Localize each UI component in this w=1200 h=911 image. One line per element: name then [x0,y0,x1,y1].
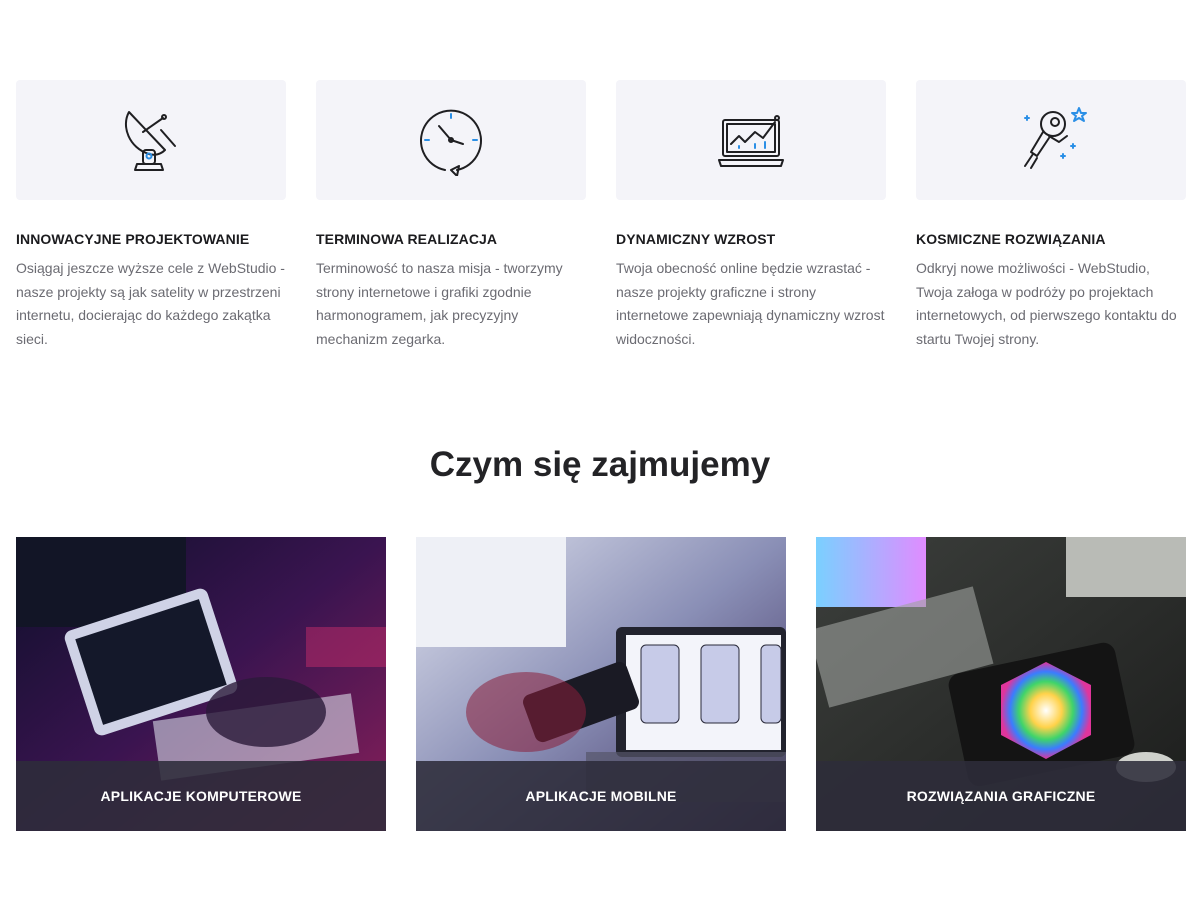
service-label-bar: APLIKACJE KOMPUTEROWE [16,761,386,831]
service-card-mobile-apps[interactable]: APLIKACJE MOBILNE [416,537,786,831]
services-grid: APLIKACJE KOMPUTEROWE APLIKACJE MOBILNE … [16,537,1186,831]
section-title: Czym się zajmujemy [429,445,771,484]
satellite-dish-icon [124,111,176,171]
feature-card-cosmic: KOSMICZNE ROZWIĄZANIA Odkryj nowe możliw… [916,80,1186,351]
service-card-graphic-solutions[interactable]: ROZWIĄZANIA GRAFICZNE [816,537,1186,831]
service-label: APLIKACJE KOMPUTEROWE [100,788,302,804]
feature-text: Twoja obecność online będzie wzrastać - … [616,260,885,347]
feature-text: Odkryj nowe możliwości - WebStudio, Twoj… [916,260,1177,347]
features-grid: INNOWACYJNE PROJEKTOWANIE Osiągaj jeszcz… [16,80,1186,351]
feature-icon-box [916,80,1186,200]
clock-icon [420,109,482,176]
feature-card-timely: TERMINOWA REALIZACJA Terminowość to nasz… [316,80,586,351]
feature-icon-box [16,80,286,200]
feature-text: Osiągaj jeszcze wyższe cele z WebStudio … [16,260,285,347]
feature-icon-box [316,80,586,200]
service-label: APLIKACJE MOBILNE [525,788,677,804]
laptop-chart-icon [718,115,784,167]
feature-title: DYNAMICZNY WZROST [616,231,776,247]
service-label-bar: ROZWIĄZANIA GRAFICZNE [816,761,1186,831]
feature-title: INNOWACYJNE PROJEKTOWANIE [16,231,250,247]
feature-icon-box [616,80,886,200]
feature-card-design: INNOWACYJNE PROJEKTOWANIE Osiągaj jeszcz… [16,80,286,351]
feature-title: TERMINOWA REALIZACJA [316,231,498,247]
service-label: ROZWIĄZANIA GRAFICZNE [906,788,1096,804]
feature-title: KOSMICZNE ROZWIĄZANIA [916,231,1106,247]
feature-text: Terminowość to nasza misja - tworzymy st… [316,260,563,347]
astronaut-icon [1024,107,1087,169]
feature-card-growth: DYNAMICZNY WZROST Twoja obecność online … [616,80,886,351]
service-label-bar: APLIKACJE MOBILNE [416,761,786,831]
service-card-desktop-apps[interactable]: APLIKACJE KOMPUTEROWE [16,537,386,831]
